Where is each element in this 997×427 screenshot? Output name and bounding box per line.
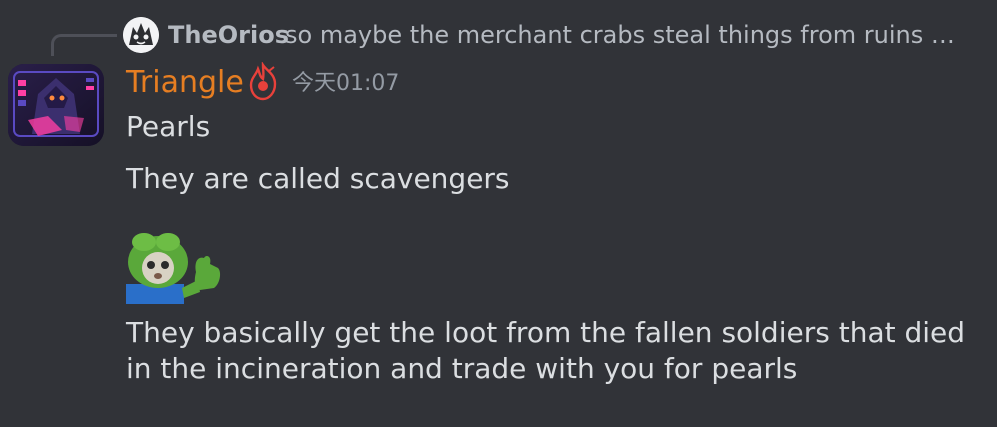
author-avatar[interactable] [8, 64, 104, 146]
frog-emoji-image [126, 233, 221, 304]
frog-thumbs-up-emoji[interactable] [126, 232, 222, 304]
author-avatar-image [8, 64, 104, 146]
reply-username[interactable]: TheOrios [168, 19, 289, 51]
message-author[interactable]: Triangle [126, 64, 244, 102]
message-timestamp: 今天01:07 [292, 71, 400, 96]
reply-avatar[interactable] [123, 17, 159, 53]
reply-spine [51, 34, 117, 56]
flame-icon [249, 61, 277, 101]
reply-preview-text[interactable]: so maybe the merchant crabs steal things… [285, 19, 955, 51]
reply-avatar-image [123, 17, 159, 53]
message-line: Pearls [126, 110, 211, 143]
role-icon[interactable] [246, 61, 280, 102]
message-line: They basically get the loot from the fal… [126, 316, 966, 385]
message-line: They are called scavengers [126, 162, 510, 195]
